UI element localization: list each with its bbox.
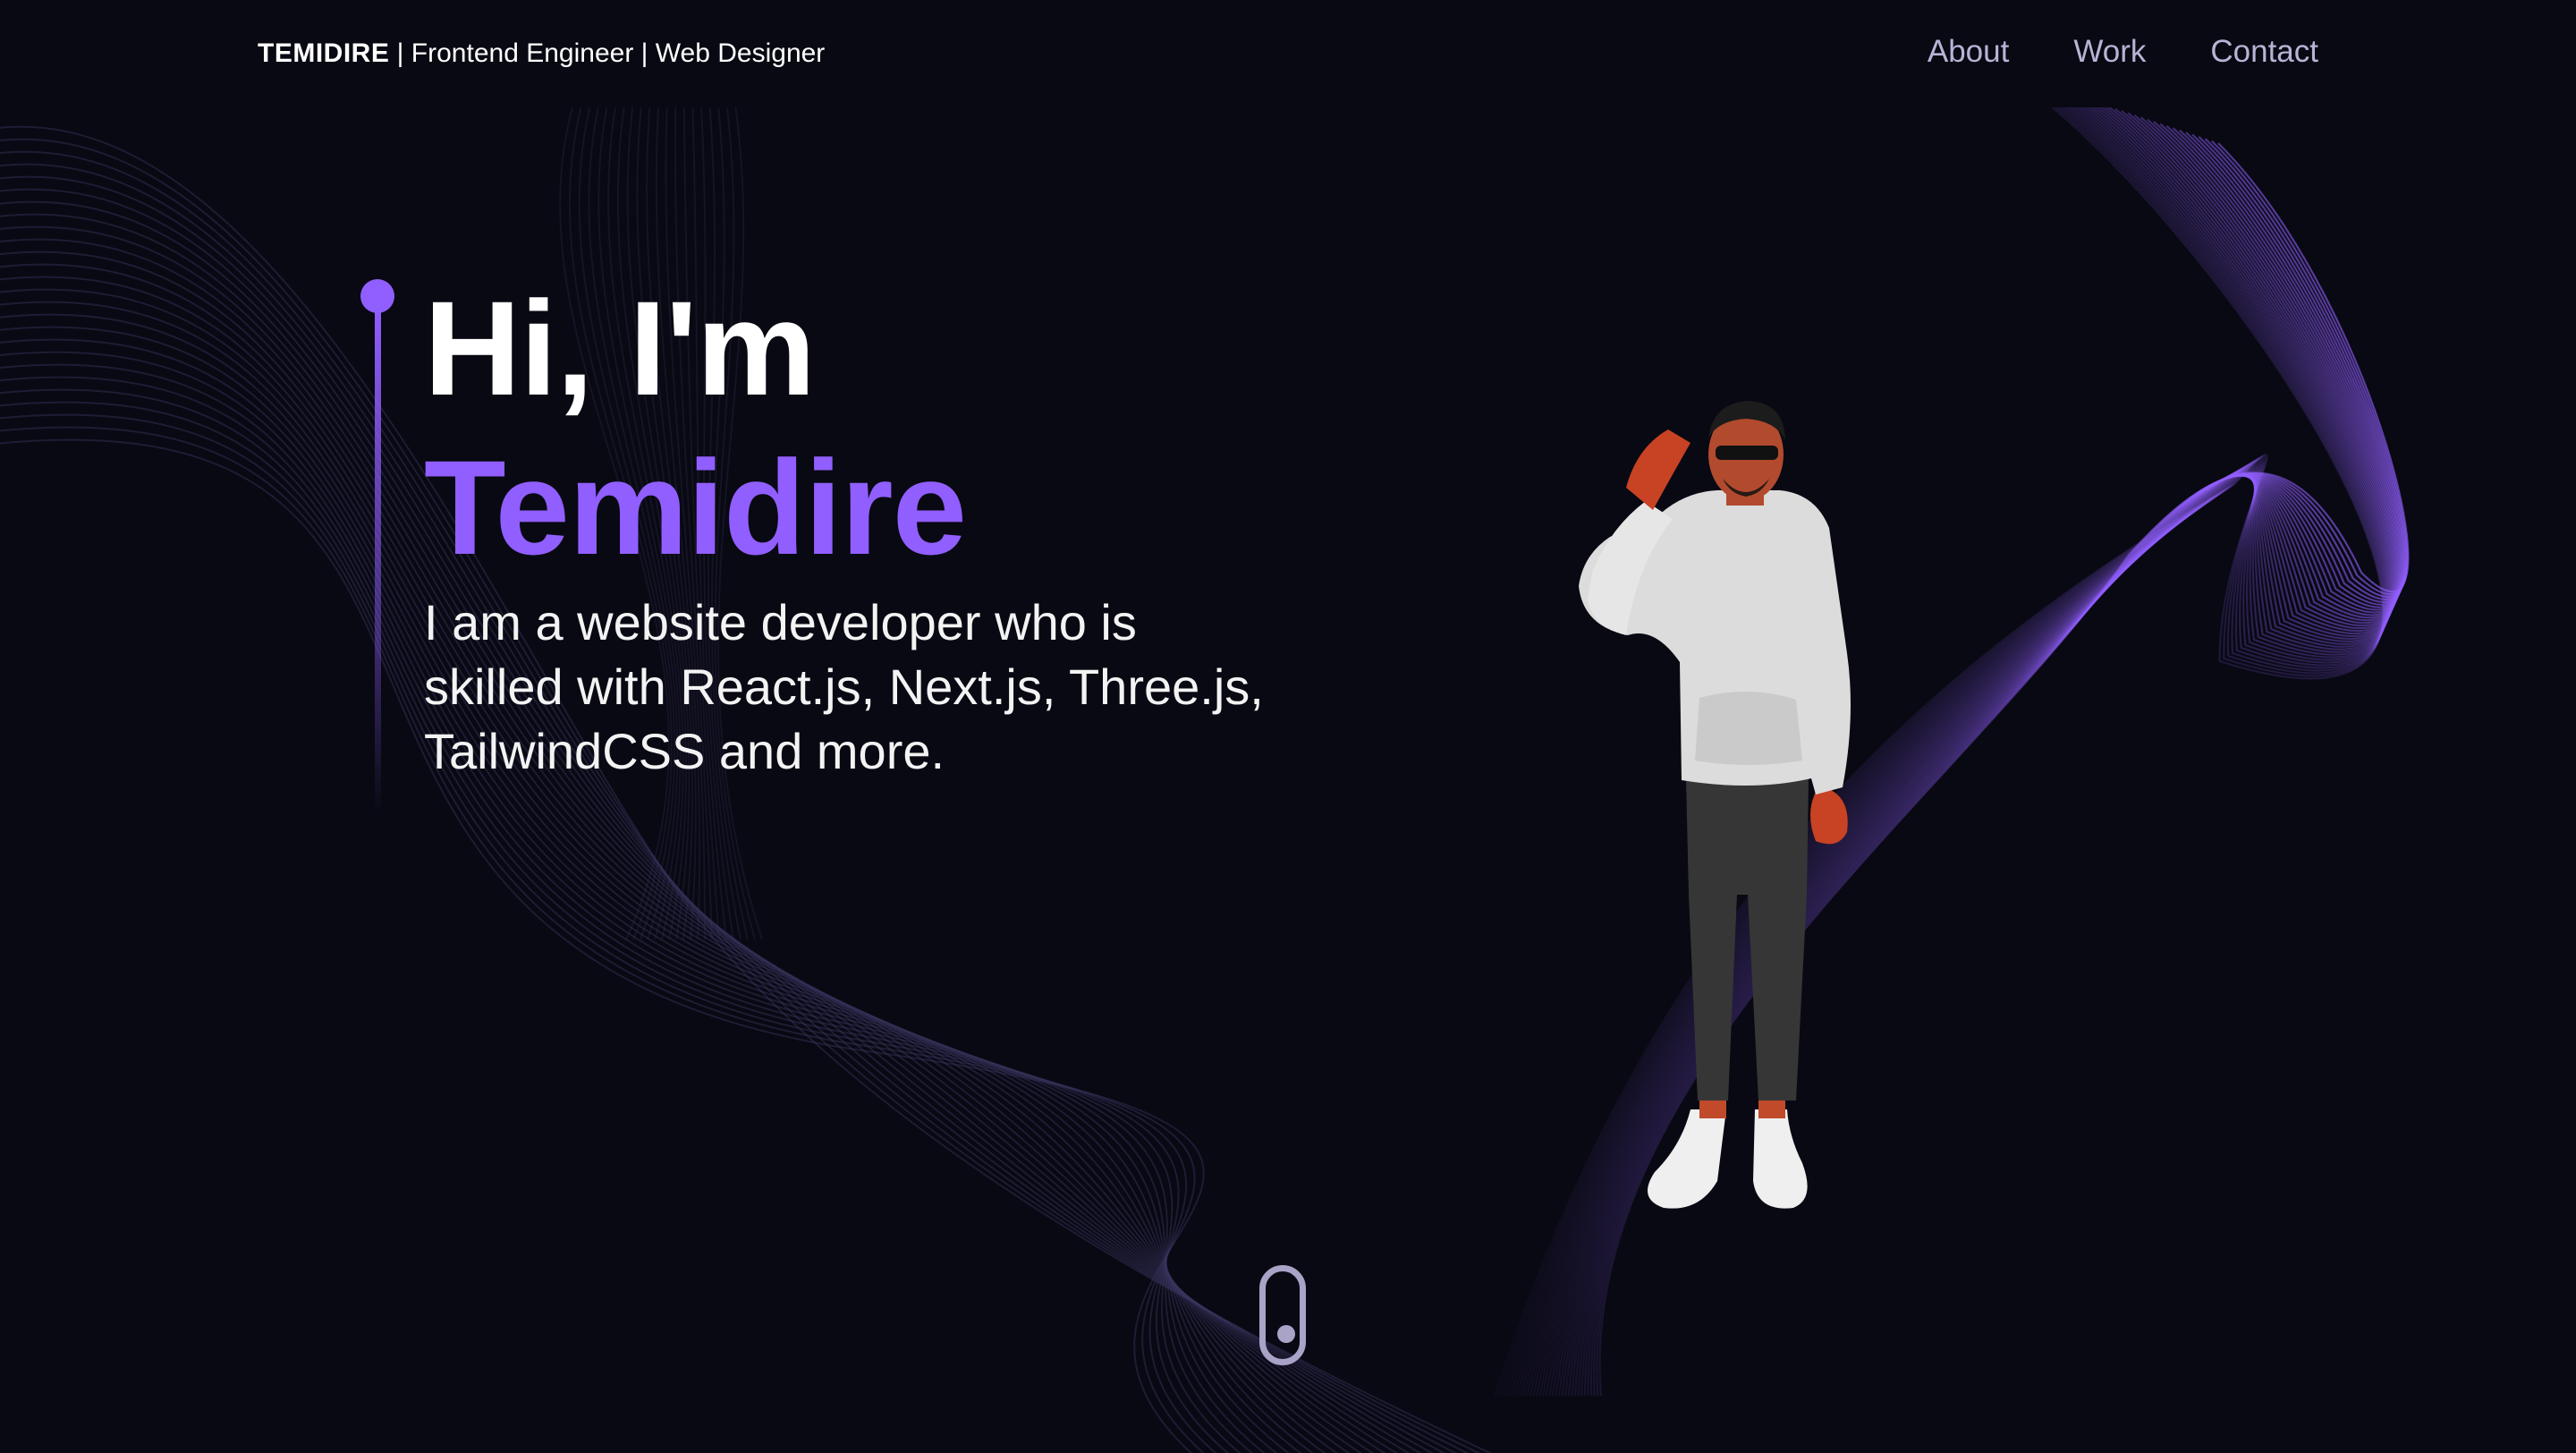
hero-description: I am a website developer who is skilled … bbox=[424, 594, 1264, 779]
top-navigation-bar: TEMIDIRE | Frontend Engineer | Web Desig… bbox=[0, 0, 2576, 107]
hero-greeting: Hi, I'm bbox=[424, 273, 816, 423]
avatar-hoodie-pocket bbox=[1695, 691, 1802, 765]
brand-tagline: | Frontend Engineer | Web Designer bbox=[389, 38, 826, 68]
avatar-salute-hand bbox=[1626, 429, 1690, 510]
nav-link-about[interactable]: About bbox=[1928, 32, 2009, 72]
main-nav: About Work Contact bbox=[1928, 32, 2318, 72]
scroll-down-indicator[interactable] bbox=[1259, 1265, 1306, 1365]
avatar-pants bbox=[1686, 778, 1809, 1100]
rail-line bbox=[375, 306, 381, 816]
brand-name: TEMIDIRE bbox=[258, 38, 390, 68]
hero-name: Temidire bbox=[424, 432, 967, 582]
nav-link-contact[interactable]: Contact bbox=[2210, 32, 2318, 72]
avatar-right-hand bbox=[1810, 787, 1848, 845]
nav-link-work[interactable]: Work bbox=[2073, 32, 2146, 72]
mouse-scroll-icon bbox=[1277, 1325, 1295, 1343]
avatar-right-shoe bbox=[1753, 1109, 1808, 1209]
3d-avatar-character[interactable] bbox=[1547, 394, 1923, 1262]
brand[interactable]: TEMIDIRE | Frontend Engineer | Web Desig… bbox=[258, 36, 825, 72]
avatar-left-shoe bbox=[1648, 1109, 1726, 1209]
avatar-sunglasses bbox=[1716, 446, 1778, 460]
hero-accent-rail bbox=[360, 279, 394, 816]
